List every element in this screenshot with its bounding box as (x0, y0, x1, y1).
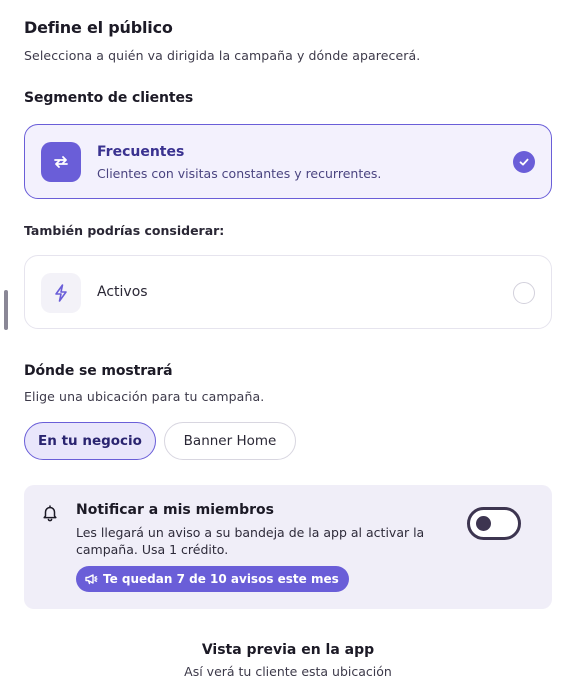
scrollbar-thumb[interactable] (4, 290, 8, 330)
preview-title: Vista previa en la app (201, 642, 375, 658)
toggle-knob (476, 516, 491, 531)
radio-button[interactable] (513, 282, 535, 304)
check-icon (513, 151, 535, 173)
notify-credits-text: Te quedan 7 de 10 avisos este mes (103, 572, 339, 586)
placement-option-negocio[interactable]: En tu negocio (24, 422, 156, 460)
segment-option-label: Activos (97, 284, 148, 300)
notify-title: Notificar a mis miembros (76, 502, 274, 518)
page-subtitle: Selecciona a quién va dirigida la campañ… (24, 48, 421, 63)
repeat-arrows-icon (41, 142, 81, 182)
segment-option-frecuentes[interactable]: Frecuentes Clientes con visitas constant… (24, 124, 552, 199)
placement-subtitle: Elige una ubicación para tu campaña. (24, 389, 265, 404)
segment-option-activos[interactable]: Activos (24, 255, 552, 329)
suggestions-heading: También podrías considerar: (24, 223, 225, 238)
segment-option-description: Clientes con visitas constantes y recurr… (97, 166, 382, 181)
notify-toggle[interactable] (467, 507, 521, 540)
notify-panel: Notificar a mis miembros Les llegará un … (24, 485, 552, 609)
notify-credits-badge: Te quedan 7 de 10 avisos este mes (76, 566, 349, 592)
notify-description: Les llegará un aviso a su bandeja de la … (76, 525, 425, 557)
placement-heading: Dónde se mostrará (24, 363, 173, 379)
megaphone-icon (84, 572, 98, 586)
segment-option-label: Frecuentes (97, 144, 185, 160)
bell-icon (40, 503, 60, 527)
preview-subtitle: Así verá tu cliente esta ubicación (184, 664, 392, 679)
lightning-icon (41, 273, 81, 313)
segment-heading: Segmento de clientes (24, 90, 194, 106)
placement-option-banner[interactable]: Banner Home (164, 422, 296, 460)
page-title: Define el público (24, 18, 173, 37)
